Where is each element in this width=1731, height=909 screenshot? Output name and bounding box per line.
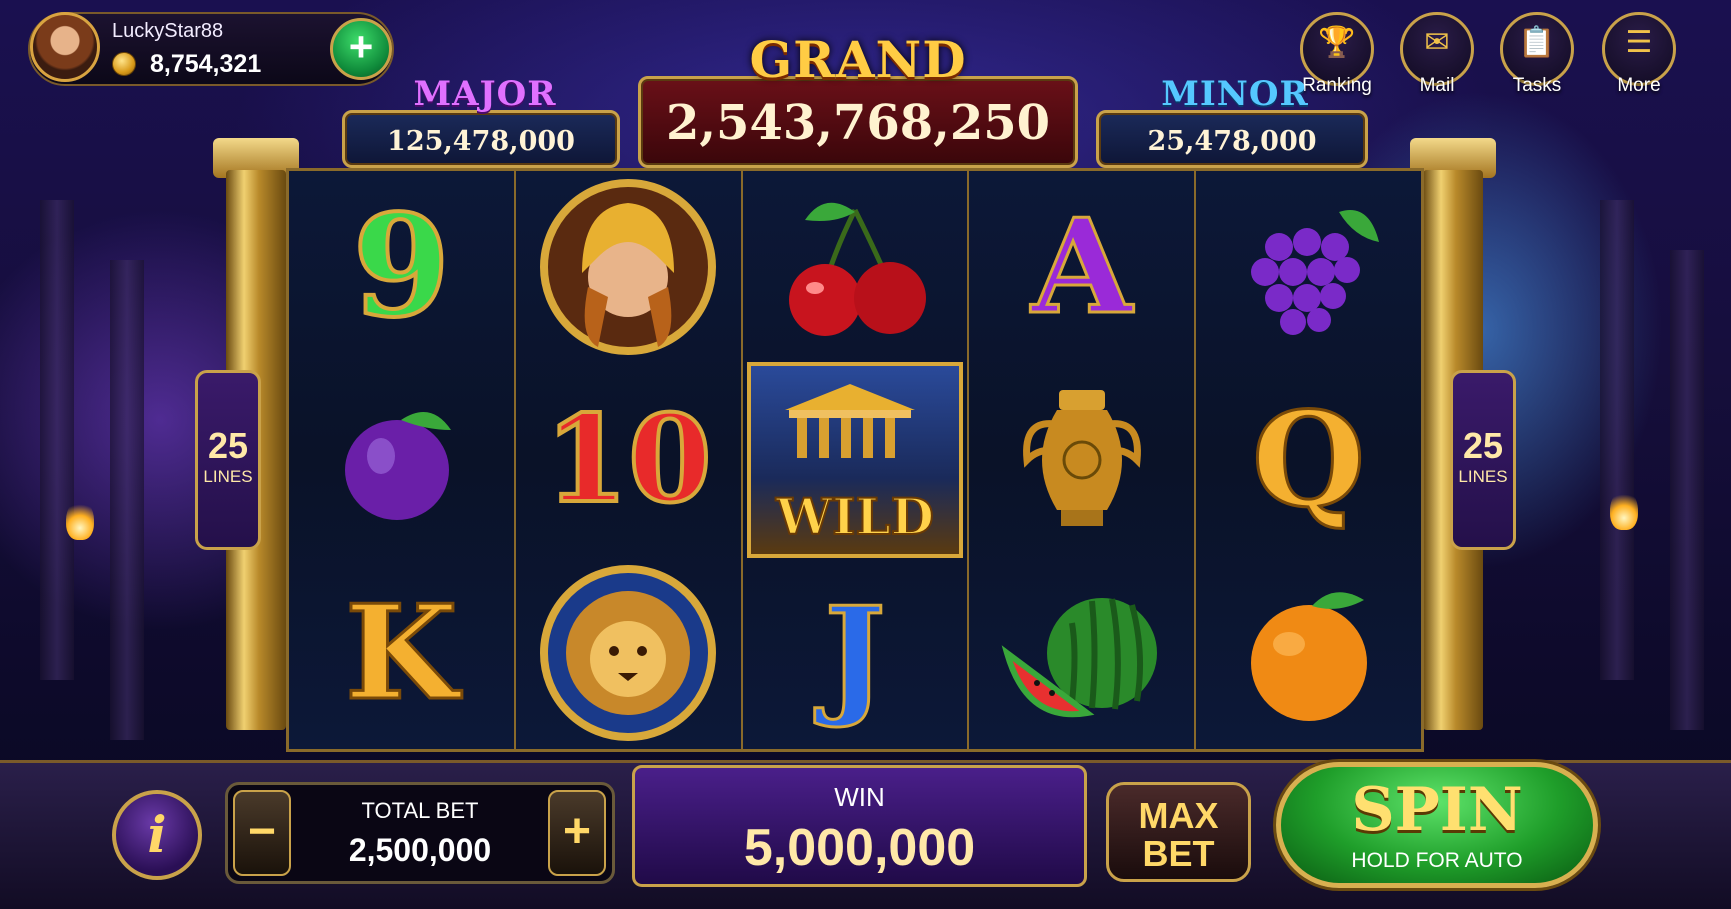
reel-4: A	[969, 171, 1197, 749]
paylines-count: 25	[207, 425, 249, 466]
major-jackpot-title: MAJOR	[413, 74, 557, 114]
orange-symbol	[1196, 556, 1421, 749]
temple-column-right-2	[1670, 250, 1704, 730]
minor-jackpot-title: MINOR	[1161, 74, 1309, 114]
mail-button[interactable]: ✉ Mail	[1400, 12, 1474, 96]
temple-column-right	[1600, 200, 1634, 680]
total-bet-label: TOTAL BET	[361, 798, 479, 823]
wild-label: WILD	[775, 486, 935, 546]
reel-2: 10	[515, 171, 743, 749]
major-jackpot-value: 125,478,000	[387, 126, 575, 157]
mail-icon: ✉	[1424, 26, 1450, 59]
torch-flame-left	[66, 500, 94, 540]
menu-icon: ☰	[1625, 26, 1653, 59]
reel-1: 9 K	[289, 171, 516, 749]
trophy-icon: 🏆	[1318, 26, 1356, 59]
warrior-symbol	[516, 171, 741, 364]
urn-symbol	[969, 364, 1194, 557]
grapes-symbol	[1196, 171, 1421, 364]
lion-symbol	[516, 556, 741, 749]
spin-button[interactable]: SPIN HOLD FOR AUTO	[1276, 762, 1598, 888]
reel-symbol: Q	[1250, 383, 1366, 536]
paylines-count: 25	[1462, 425, 1504, 466]
coin-balance: 8,754,321	[150, 50, 262, 78]
reel-symbol: 9	[351, 185, 452, 350]
spin-hold-label: HOLD FOR AUTO	[1351, 849, 1523, 872]
cherries-symbol	[743, 171, 968, 358]
total-bet-value: 2,500,000	[348, 832, 492, 868]
clipboard-icon: 📋	[1518, 26, 1556, 59]
reel-5: Q	[1196, 171, 1421, 749]
decrease-bet-button[interactable]: −	[233, 790, 291, 876]
torch-flame-right	[1610, 490, 1638, 530]
username: LuckyStar88	[112, 20, 224, 42]
grand-jackpot-title: GRAND	[749, 30, 967, 89]
paylines-indicator-right: 25 LINES	[1450, 370, 1516, 550]
reel-symbol: A	[1030, 190, 1134, 344]
reel-grid: 9 K 10 WILD J A Q	[286, 168, 1424, 752]
increase-bet-button[interactable]: +	[548, 790, 606, 876]
info-button[interactable]: i	[112, 790, 202, 880]
reel-symbol: K	[343, 575, 459, 729]
more-label: More	[1617, 75, 1661, 96]
minor-jackpot-value: 25,478,000	[1147, 126, 1317, 157]
add-coins-button[interactable]: +	[330, 18, 392, 80]
spin-label: SPIN	[1351, 775, 1523, 845]
max-bet-button[interactable]: MAX BET	[1106, 782, 1251, 882]
temple-column-left-2	[110, 260, 144, 740]
temple-column-left	[40, 200, 74, 680]
max-bet-line1: MAX	[1138, 795, 1219, 836]
paylines-label: LINES	[1458, 467, 1508, 486]
reel-3: WILD J	[742, 171, 970, 749]
grand-jackpot-panel: 2,543,768,250	[638, 76, 1078, 168]
mail-label: Mail	[1419, 75, 1455, 96]
major-jackpot-panel: 125,478,000	[342, 110, 620, 168]
more-button[interactable]: ☰ More	[1602, 12, 1676, 96]
watermelon-symbol	[969, 556, 1194, 749]
wild-symbol: WILD	[746, 362, 964, 558]
reel-symbol: 10	[543, 389, 714, 530]
minor-jackpot-panel: 25,478,000	[1096, 110, 1368, 168]
paylines-label: LINES	[203, 467, 253, 486]
max-bet-line2: BET	[1142, 833, 1215, 874]
avatar[interactable]	[30, 12, 100, 82]
tasks-label: Tasks	[1512, 75, 1562, 96]
coin-icon	[112, 52, 136, 76]
tasks-button[interactable]: 📋 Tasks	[1500, 12, 1574, 96]
win-panel: WIN 5,000,000	[632, 765, 1087, 887]
paylines-indicator-left: 25 LINES	[195, 370, 261, 550]
win-label: WIN	[834, 782, 885, 812]
win-value: 5,000,000	[743, 819, 976, 877]
grand-jackpot-value: 2,543,768,250	[665, 95, 1051, 151]
reel-symbol: J	[823, 578, 887, 732]
plum-symbol	[289, 364, 514, 557]
